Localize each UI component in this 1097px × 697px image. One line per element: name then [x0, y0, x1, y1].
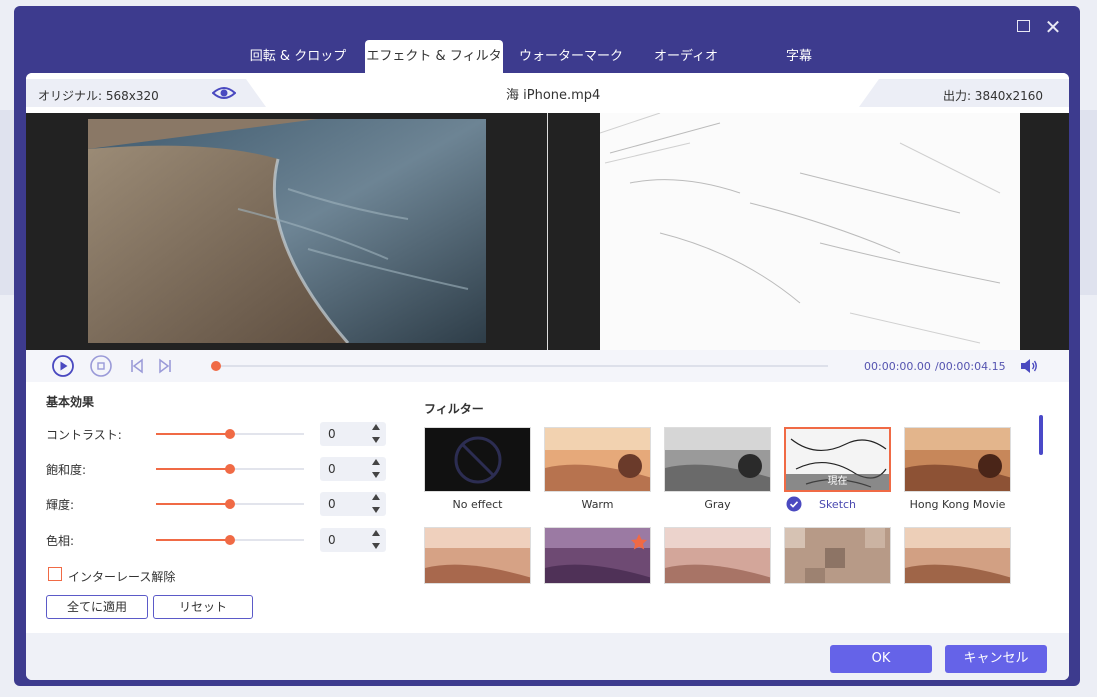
- current-tag: 現在: [786, 474, 889, 490]
- basic-effects: 基本効果: [46, 393, 406, 410]
- progress-knob[interactable]: [211, 361, 221, 371]
- filter-thumbnail[interactable]: [784, 527, 891, 584]
- deinterlace-label: インターレース解除: [68, 570, 176, 584]
- filter-thumbnail[interactable]: [904, 527, 1011, 584]
- preview-divider: [547, 113, 548, 350]
- spin-down-icon[interactable]: [372, 507, 380, 513]
- spin-up-icon[interactable]: [372, 494, 380, 500]
- player-bar: 00:00:00.00 /00:00:04.15: [26, 350, 1069, 382]
- tab-audio[interactable]: オーディオ: [644, 40, 728, 74]
- tab-rotate-crop[interactable]: 回転 & クロップ: [244, 40, 352, 74]
- filter-preview-image: [545, 528, 650, 583]
- filter-preview-image: [665, 528, 770, 583]
- filter-name: Gray: [704, 498, 731, 511]
- tab-subtitle[interactable]: 字幕: [764, 40, 834, 74]
- slider-knob[interactable]: [225, 535, 235, 545]
- adjust-label: 飽和度:: [46, 463, 87, 477]
- slider-knob[interactable]: [225, 464, 235, 474]
- adjust-value-field[interactable]: 0: [320, 492, 386, 516]
- spin-down-icon[interactable]: [372, 543, 380, 549]
- reset-button[interactable]: リセット: [153, 595, 253, 619]
- adjust-slider[interactable]: [156, 429, 304, 439]
- filter-preview-image: [665, 428, 770, 491]
- original-resolution: オリジナル: 568x320: [38, 89, 159, 103]
- filter-thumbnail[interactable]: [904, 427, 1011, 492]
- original-preview: [88, 119, 486, 343]
- filter-preview-image: [785, 528, 890, 583]
- tab-effects-filters[interactable]: エフェクト & フィルター: [365, 40, 503, 98]
- filter-thumbnail[interactable]: [424, 527, 531, 584]
- stop-icon[interactable]: [90, 355, 112, 377]
- filter-name: Warm: [581, 498, 614, 511]
- filter-thumbnail[interactable]: [424, 427, 531, 492]
- edit-dialog: ✕ 回転 & クロップ エフェクト & フィルター ウォーターマーク オーディオ…: [14, 6, 1080, 686]
- filter-thumbnail[interactable]: [664, 427, 771, 492]
- play-icon[interactable]: [52, 355, 74, 377]
- filter-preview-image: [905, 528, 1010, 583]
- adjust-value: 0: [328, 533, 336, 547]
- progress-track[interactable]: [216, 365, 828, 367]
- output-resolution: 出力: 3840x2160: [942, 89, 1043, 103]
- adjust-value: 0: [328, 462, 336, 476]
- slider-knob[interactable]: [225, 499, 235, 509]
- adjust-row: 色相: 0: [46, 528, 406, 552]
- spin-up-icon[interactable]: [372, 459, 380, 465]
- slider-fill: [156, 539, 230, 541]
- checkbox-box[interactable]: [48, 567, 62, 581]
- adjust-row: 飽和度: 0: [46, 457, 406, 481]
- filter-preview-image: [905, 428, 1010, 491]
- file-name: 海 iPhone.mp4: [506, 88, 601, 103]
- info-bar: オリジナル: 568x320 海 iPhone.mp4 出力: 3840x216…: [26, 73, 1069, 107]
- filter-name: No effect: [452, 498, 503, 511]
- check-icon: [786, 496, 802, 512]
- adjust-slider[interactable]: [156, 535, 304, 545]
- filters-title: フィルター: [424, 402, 484, 416]
- apply-all-button[interactable]: 全てに適用: [46, 595, 148, 619]
- filter-scrollbar[interactable]: [1039, 415, 1043, 455]
- spin-down-icon[interactable]: [372, 472, 380, 478]
- filter-thumbnail[interactable]: [664, 527, 771, 584]
- adjust-row: 輝度: 0: [46, 492, 406, 516]
- adjust-slider[interactable]: [156, 464, 304, 474]
- effects-panel: オリジナル: 568x320 海 iPhone.mp4 出力: 3840x216…: [26, 73, 1069, 680]
- tab-watermark[interactable]: ウォーターマーク: [516, 40, 626, 74]
- eye-icon[interactable]: [212, 85, 236, 101]
- volume-icon[interactable]: [1019, 357, 1039, 375]
- previous-icon[interactable]: [126, 355, 148, 377]
- preview-area: [26, 113, 1069, 350]
- filter-preview-image: [545, 428, 650, 491]
- filtered-preview: [600, 113, 1020, 350]
- adjust-value-field[interactable]: 0: [320, 457, 386, 481]
- slider-fill: [156, 468, 230, 470]
- ok-button[interactable]: OK: [830, 645, 932, 673]
- adjust-value-field[interactable]: 0: [320, 528, 386, 552]
- time-total: /00:00:04.15: [935, 360, 1006, 373]
- adjust-value: 0: [328, 497, 336, 511]
- spin-up-icon[interactable]: [372, 530, 380, 536]
- adjust-row: コントラスト: 0: [46, 422, 406, 446]
- adjust-value: 0: [328, 427, 336, 441]
- spin-down-icon[interactable]: [372, 437, 380, 443]
- filter-thumbnail[interactable]: [544, 427, 651, 492]
- close-icon[interactable]: ✕: [1044, 17, 1062, 37]
- filter-preview-image: [425, 528, 530, 583]
- adjust-label: 色相:: [46, 534, 75, 548]
- slider-fill: [156, 433, 230, 435]
- slider-knob[interactable]: [225, 429, 235, 439]
- time-current: 00:00:00.00: [864, 360, 931, 373]
- basic-effects-title: 基本効果: [46, 395, 95, 409]
- next-icon[interactable]: [154, 355, 176, 377]
- adjust-label: コントラスト:: [46, 428, 122, 442]
- cancel-button[interactable]: キャンセル: [945, 645, 1047, 673]
- filter-preview-image: [425, 428, 530, 491]
- filter-thumbnail[interactable]: 現在: [784, 427, 891, 492]
- adjust-slider[interactable]: [156, 499, 304, 509]
- slider-fill: [156, 503, 230, 505]
- spin-up-icon[interactable]: [372, 424, 380, 430]
- maximize-icon[interactable]: [1014, 18, 1032, 36]
- adjust-value-field[interactable]: 0: [320, 422, 386, 446]
- adjust-label: 輝度:: [46, 498, 75, 512]
- filter-thumbnail[interactable]: [544, 527, 651, 584]
- filter-name: Hong Kong Movie: [909, 498, 1006, 511]
